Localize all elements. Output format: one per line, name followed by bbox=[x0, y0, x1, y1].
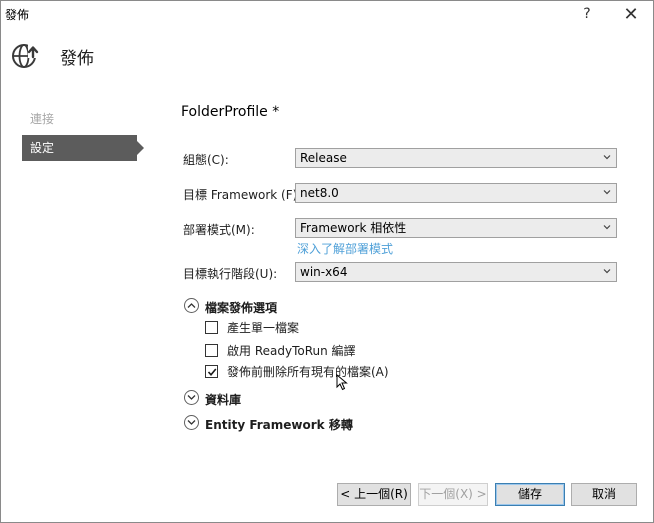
config-select[interactable]: Release bbox=[295, 148, 617, 168]
chevron-down-icon bbox=[603, 155, 611, 160]
framework-label: 目標 Framework (F): bbox=[183, 188, 302, 202]
chevron-down-icon bbox=[603, 190, 611, 195]
runtime-value: win-x64 bbox=[300, 265, 348, 279]
framework-value: net8.0 bbox=[300, 186, 339, 200]
publish-dialog: 發佈 ? ✕ 發佈 連接 設定 FolderProfile * 組態(C): R… bbox=[0, 0, 654, 523]
framework-select[interactable]: net8.0 bbox=[295, 183, 617, 203]
chevron-up-icon bbox=[187, 303, 196, 308]
readytorun-label: 啟用 ReadyToRun 編譯 bbox=[227, 344, 356, 358]
previous-button[interactable]: < 上一個(R) bbox=[337, 483, 411, 506]
file-publish-collapse-toggle[interactable] bbox=[184, 298, 199, 313]
profile-name: FolderProfile * bbox=[181, 104, 280, 120]
close-button[interactable]: ✕ bbox=[611, 1, 651, 27]
ef-migrations-expand-toggle[interactable] bbox=[184, 415, 199, 430]
config-label: 組態(C): bbox=[183, 153, 229, 167]
nav-item-settings[interactable]: 設定 bbox=[22, 135, 137, 161]
page-title: 發佈 bbox=[60, 49, 94, 69]
nav-selected-arrow bbox=[137, 141, 144, 155]
delete-existing-files-checkbox[interactable] bbox=[205, 365, 218, 378]
title-bar: 發佈 ? ✕ bbox=[1, 1, 653, 27]
ef-migrations-section-title: Entity Framework 移轉 bbox=[205, 418, 353, 432]
deploy-mode-label: 部署模式(M): bbox=[183, 223, 255, 237]
delete-existing-files-label: 發佈前刪除所有現有的檔案(A) bbox=[227, 365, 389, 379]
readytorun-checkbox[interactable] bbox=[205, 344, 218, 357]
window-title: 發佈 bbox=[5, 8, 30, 22]
database-expand-toggle[interactable] bbox=[184, 390, 199, 405]
chevron-down-icon bbox=[603, 269, 611, 274]
file-publish-section-title: 檔案發佈選項 bbox=[205, 301, 278, 315]
runtime-select[interactable]: win-x64 bbox=[295, 262, 617, 282]
chevron-down-icon bbox=[187, 420, 196, 425]
database-section-title: 資料庫 bbox=[205, 393, 242, 407]
cancel-button[interactable]: 取消 bbox=[571, 483, 637, 506]
nav-item-connect[interactable]: 連接 bbox=[22, 106, 137, 132]
next-button[interactable]: 下一個(X) > bbox=[418, 483, 488, 506]
chevron-down-icon bbox=[187, 395, 196, 400]
single-file-checkbox[interactable] bbox=[205, 321, 218, 334]
save-button[interactable]: 儲存 bbox=[495, 483, 565, 506]
publish-globe-icon bbox=[12, 44, 40, 68]
config-value: Release bbox=[300, 151, 347, 165]
deploy-mode-learn-more-link[interactable]: 深入了解部署模式 bbox=[297, 240, 393, 257]
mouse-cursor-icon bbox=[336, 374, 348, 391]
single-file-label: 產生單一檔案 bbox=[227, 321, 300, 335]
help-button[interactable]: ? bbox=[567, 1, 607, 27]
checkmark-icon bbox=[207, 368, 217, 377]
deploy-mode-select[interactable]: Framework 相依性 bbox=[295, 218, 617, 238]
runtime-label: 目標執行階段(U): bbox=[183, 267, 278, 281]
deploy-mode-value: Framework 相依性 bbox=[300, 221, 407, 235]
chevron-down-icon bbox=[603, 225, 611, 230]
